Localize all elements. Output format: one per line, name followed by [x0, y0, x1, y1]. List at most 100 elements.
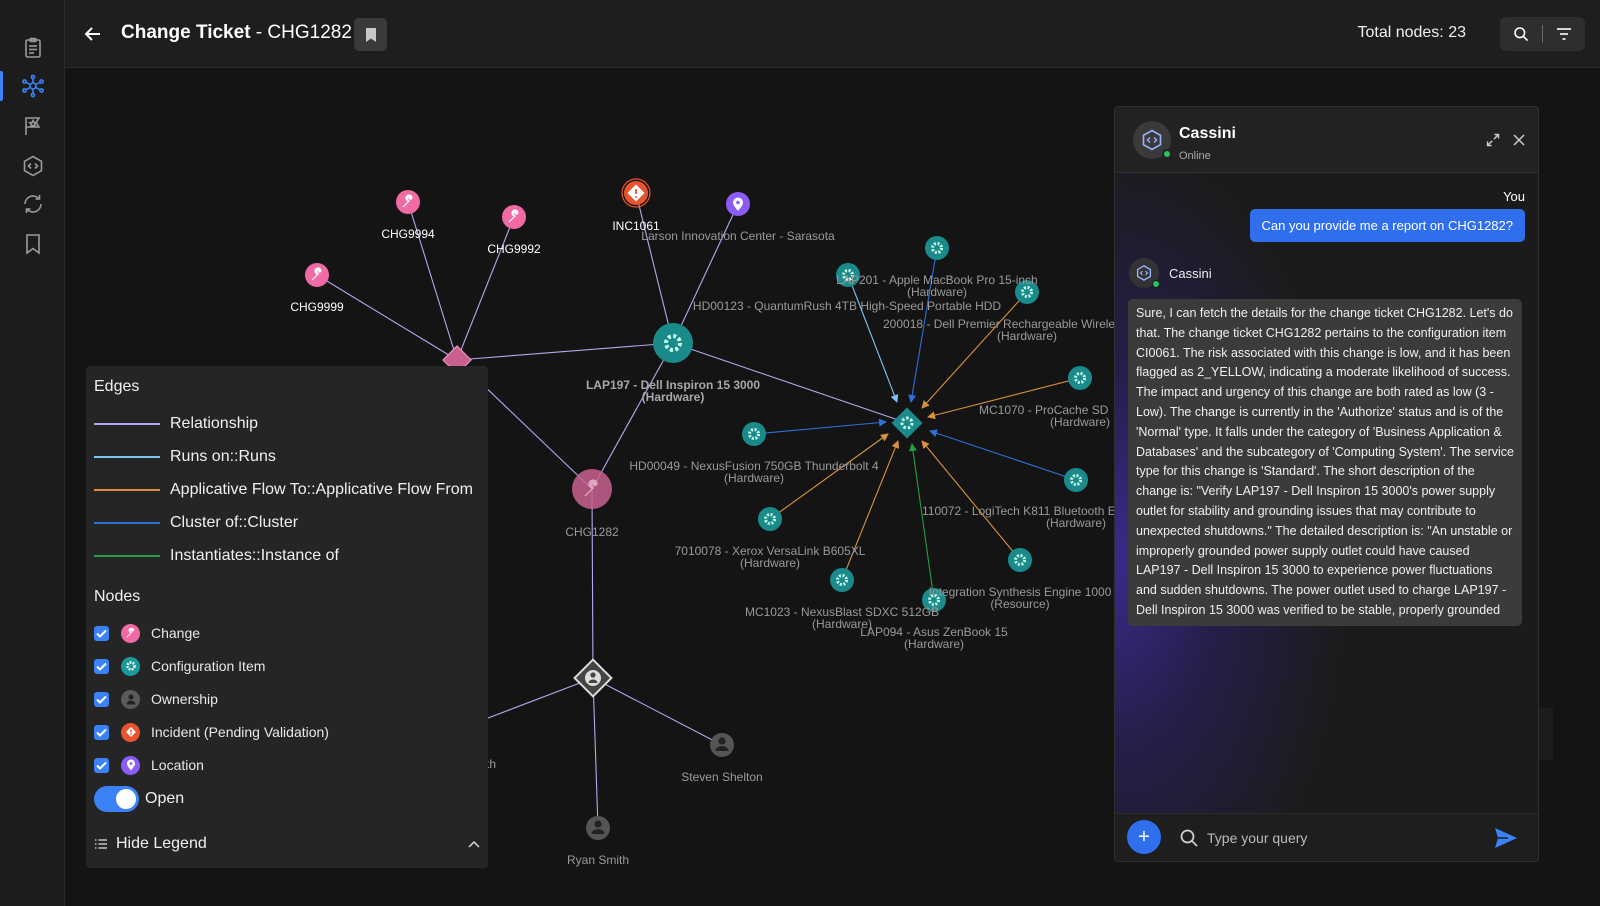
hexagon-code-icon	[1136, 265, 1152, 281]
config-item-checkbox[interactable]	[94, 658, 109, 674]
add-button[interactable]: +	[1127, 820, 1161, 854]
edge	[592, 677, 599, 829]
left-nav-rail	[0, 0, 65, 906]
node-type-label: Change	[151, 625, 201, 641]
person-node-ryan[interactable]	[586, 816, 610, 840]
legend-edge-applicative-flow: Applicative Flow To::Applicative Flow Fr…	[94, 479, 473, 501]
label-lap201-type: (Hardware)	[907, 285, 967, 299]
chat-messages[interactable]: You Can you provide me a report on CHG12…	[1115, 173, 1538, 815]
edge	[316, 274, 458, 361]
edge	[592, 677, 723, 746]
total-nodes-count: Total nodes: 23	[1357, 24, 1466, 41]
assistant-status: Online	[1179, 150, 1211, 162]
label-chg1282: CHG1282	[565, 525, 619, 539]
legend-node-change: Change	[94, 622, 200, 644]
hide-legend-button[interactable]: Hide Legend	[94, 832, 480, 856]
label-ryan: Ryan Smith	[567, 853, 629, 867]
scrollbar-track[interactable]	[1539, 708, 1553, 760]
change-node-chg1282[interactable]	[572, 469, 612, 509]
star-flag-icon[interactable]	[0, 106, 65, 146]
legend-edge-relationship: Relationship	[94, 413, 258, 435]
edges-heading: Edges	[94, 378, 140, 395]
ci-node-integration	[1008, 548, 1032, 572]
bot-message: Sure, I can fetch the details for the ch…	[1128, 299, 1522, 626]
incident-node-inc1061[interactable]	[621, 178, 651, 208]
open-toggle[interactable]	[94, 786, 139, 812]
edge	[769, 433, 889, 520]
person-node-steven[interactable]	[710, 733, 734, 757]
top-header: Change Ticket - CHG1282 Total nodes: 23	[65, 0, 1600, 68]
edge-label: Applicative Flow To::Applicative Flow Fr…	[170, 481, 473, 498]
bookmark-button[interactable]	[354, 18, 387, 51]
alert-icon	[121, 722, 140, 742]
ci-node-7010078	[758, 507, 782, 531]
graph-legend: Edges Relationship Runs on::Runs Applica…	[86, 366, 488, 868]
label-7010078-type: (Hardware)	[740, 556, 800, 570]
query-input[interactable]	[1207, 824, 1467, 852]
legend-edge-runs-on: Runs on::Runs	[94, 446, 276, 468]
incident-checkbox[interactable]	[94, 724, 109, 740]
edge-label: Runs on::Runs	[170, 448, 276, 465]
edge	[847, 274, 899, 403]
assistant-name: Cassini	[1179, 125, 1236, 142]
location-node[interactable]	[726, 192, 750, 216]
assistant-avatar	[1133, 121, 1172, 159]
send-icon[interactable]	[1494, 827, 1518, 849]
edge	[753, 418, 887, 435]
gear-icon	[121, 656, 140, 676]
change-node-chg9992[interactable]	[502, 205, 526, 229]
edge-swatch	[94, 456, 160, 458]
location-checkbox[interactable]	[94, 757, 109, 773]
label-chg9994: CHG9994	[381, 227, 435, 241]
label-lap094-type: (Hardware)	[904, 637, 964, 651]
change-node-chg9999[interactable]	[305, 263, 329, 287]
wrench-icon	[121, 623, 140, 643]
back-arrow-icon[interactable]	[79, 20, 107, 48]
ci-node-lap197[interactable]	[653, 323, 693, 363]
person-icon	[121, 689, 140, 709]
label-chg9999: CHG9999	[290, 300, 344, 314]
search-icon[interactable]	[1500, 17, 1542, 51]
title-type: Change Ticket	[121, 22, 251, 43]
chevron-up-icon	[468, 840, 480, 848]
change-node-chg9994[interactable]	[396, 190, 420, 214]
ci-hub-node[interactable]	[891, 407, 923, 439]
close-icon[interactable]	[1510, 131, 1528, 149]
legend-node-location: Location	[94, 754, 204, 776]
node-type-label: Incident (Pending Validation)	[151, 724, 329, 740]
user-label: You	[1503, 189, 1525, 204]
clipboard-icon[interactable]	[0, 28, 65, 68]
expand-icon[interactable]	[1484, 131, 1502, 149]
node-type-label: Configuration Item	[151, 658, 266, 674]
list-icon	[95, 839, 107, 849]
label-lap197-type: (Hardware)	[642, 390, 705, 404]
refresh-icon[interactable]	[0, 184, 65, 224]
title-ticket-id: - CHG1282	[250, 22, 352, 43]
bookmark-icon[interactable]	[0, 224, 65, 264]
hide-legend-label: Hide Legend	[116, 835, 207, 852]
ci-node-mc1023	[830, 568, 854, 592]
edge-label: Relationship	[170, 415, 259, 432]
edge-swatch	[94, 555, 160, 557]
online-indicator	[1152, 280, 1160, 288]
node-type-label: Ownership	[151, 691, 218, 707]
ownership-hub-node[interactable]	[573, 658, 613, 698]
edge	[635, 192, 674, 344]
ownership-checkbox[interactable]	[94, 691, 109, 707]
label-hd00123: HD00123 - QuantumRush 4TB High-Speed Por…	[693, 299, 1001, 313]
ci-node-hd00123	[925, 236, 949, 260]
nodes-heading: Nodes	[94, 588, 141, 605]
edge	[909, 443, 935, 601]
hexagon-code-icon[interactable]	[0, 146, 65, 186]
edge-label: Instantiates::Instance of	[170, 547, 339, 564]
edge-label: Cluster of::Cluster	[170, 514, 299, 531]
bot-avatar	[1129, 258, 1160, 288]
filter-icon[interactable]	[1543, 17, 1585, 51]
toggle-knob	[116, 789, 136, 809]
label-larson: Larson Innovation Center - Sarasota	[641, 229, 835, 243]
edge	[672, 203, 739, 344]
network-icon[interactable]	[0, 66, 65, 106]
page-title: Change Ticket - CHG1282	[121, 22, 352, 44]
label-integration-type: (Resource)	[990, 597, 1049, 611]
change-checkbox[interactable]	[94, 625, 109, 641]
